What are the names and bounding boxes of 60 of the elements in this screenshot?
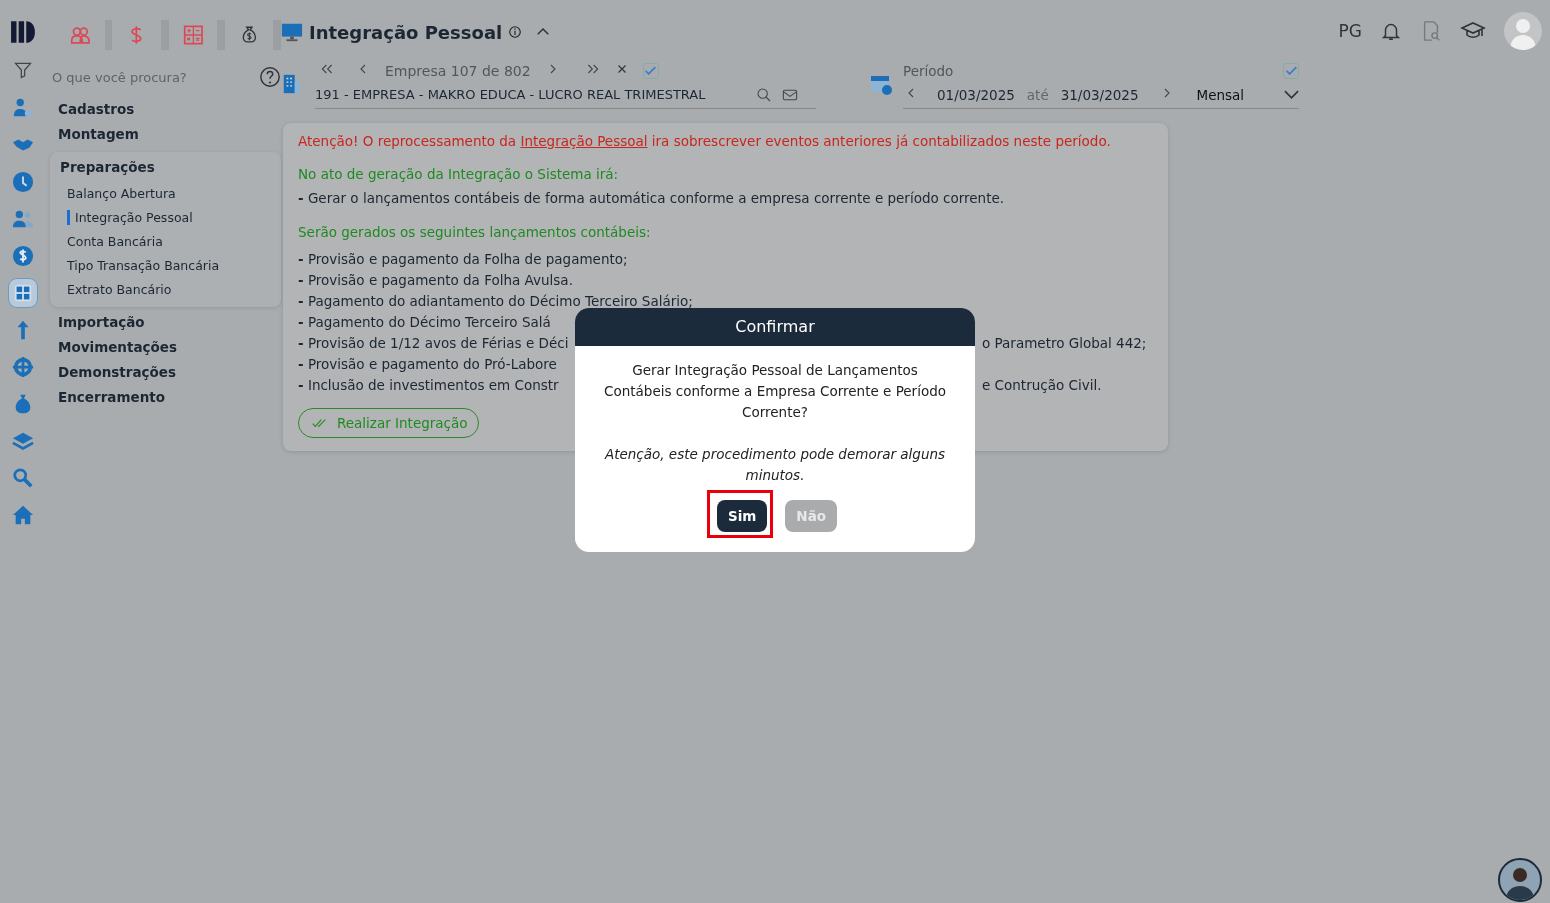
menu-item[interactable]: Cadastros	[50, 98, 281, 123]
info-icon	[508, 25, 523, 39]
page-title: Integração Pessoal	[309, 21, 503, 43]
submenu-item[interactable]: Conta Bancária	[67, 233, 163, 249]
menu-item[interactable]: Importação	[50, 311, 281, 336]
dialog-title: Confirmar	[575, 308, 975, 346]
list-item: - Inclusão de investimentos em Constr	[298, 376, 559, 393]
logo-icon	[9, 18, 36, 46]
checkmark-icon	[1285, 66, 1297, 75]
company-checkbox[interactable]	[642, 62, 659, 79]
list-item: - Provisão de 1/12 avos de Férias e Déci	[298, 334, 569, 351]
company-pager: Empresa 107 de 802	[385, 62, 531, 79]
description-line: - Gerar o lançamentos contábeis de forma automática conforme a empresa corrente e período corrente.	[298, 190, 1006, 207]
submenu-item[interactable]: Integração Pessoal	[67, 209, 193, 225]
layers-icon	[11, 430, 34, 452]
menu-item[interactable]: Demonstrações	[50, 361, 281, 386]
people-icon	[70, 24, 91, 46]
end-date[interactable]: 31/03/2025	[1060, 86, 1139, 103]
dialog-message: Gerar Integração Pessoal de Lançamentos Contábeis conforme a Empresa Corrente e Período Corrente?	[603, 361, 947, 422]
search-icon	[11, 467, 34, 489]
help-icon	[259, 66, 281, 88]
chevron-down-icon	[1284, 90, 1299, 99]
assistant-avatar[interactable]	[1498, 858, 1542, 902]
submenu-item[interactable]: Extrato Bancário	[67, 281, 172, 297]
submenu-item[interactable]: Balanço Abertura	[67, 185, 176, 201]
date-separator: até	[1026, 86, 1049, 103]
period-mode-dropdown[interactable]: Mensal	[1196, 86, 1245, 103]
user-avatar[interactable]	[1504, 12, 1542, 50]
dialog-note: Atenção, este procedimento pode demorar alguns minutos.	[603, 445, 947, 485]
list-item: - Provisão e pagamento da Folha de pagamento;	[298, 250, 628, 267]
list-item: - Provisão e pagamento do Pró-Labore	[298, 355, 557, 372]
checkmark-icon	[645, 66, 657, 75]
menu-item[interactable]: Montagem	[50, 123, 281, 148]
section-heading: Serão gerados os seguintes lançamentos contábeis:	[298, 224, 652, 240]
user-initials[interactable]: PG	[1338, 21, 1362, 41]
start-date[interactable]: 01/03/2025	[937, 86, 1015, 103]
menu-item[interactable]: Preparações	[50, 156, 281, 181]
list-item: o Parametro Global 442;	[982, 334, 1147, 351]
search-icon	[756, 86, 772, 103]
section-heading: No ato de geração da Integração o Sistema irá:	[298, 166, 620, 182]
list-item: - Pagamento do Décimo Terceiro Salá	[298, 313, 551, 330]
list-item: - Pagamento do adiantamento do Décimo Terceiro Salário;	[298, 292, 693, 309]
company-name: 191 - EMPRESA - MAKRO EDUCA - LUCRO REAL TRIMESTRAL	[315, 87, 707, 102]
nav-item[interactable]	[8, 279, 37, 307]
search-field[interactable]: O que você procura?	[50, 68, 239, 86]
filter-icon	[12, 60, 33, 80]
menu-item[interactable]: Movimentações	[50, 336, 281, 361]
dollar-coin-icon	[11, 245, 34, 267]
clock-icon	[11, 171, 34, 193]
list-item: - Provisão e pagamento da Folha Avulsa.	[298, 271, 573, 288]
submenu-item[interactable]: Tipo Transação Bancária	[67, 257, 220, 273]
home-icon	[11, 504, 34, 526]
menu-item[interactable]: Encerramento	[50, 386, 281, 411]
period-checkbox[interactable]	[1283, 62, 1299, 79]
list-item: e Contrução Civil.	[982, 376, 1102, 393]
period-label: Período	[903, 62, 954, 79]
warning-text: Atenção! O reprocessamento da Integração Pessoal ira sobrescrever eventos anteriores já contabilizados neste período.	[298, 133, 1112, 149]
people-icon	[11, 208, 34, 230]
monitor-icon	[281, 21, 303, 43]
confirm-button[interactable]: Sim	[716, 500, 768, 532]
